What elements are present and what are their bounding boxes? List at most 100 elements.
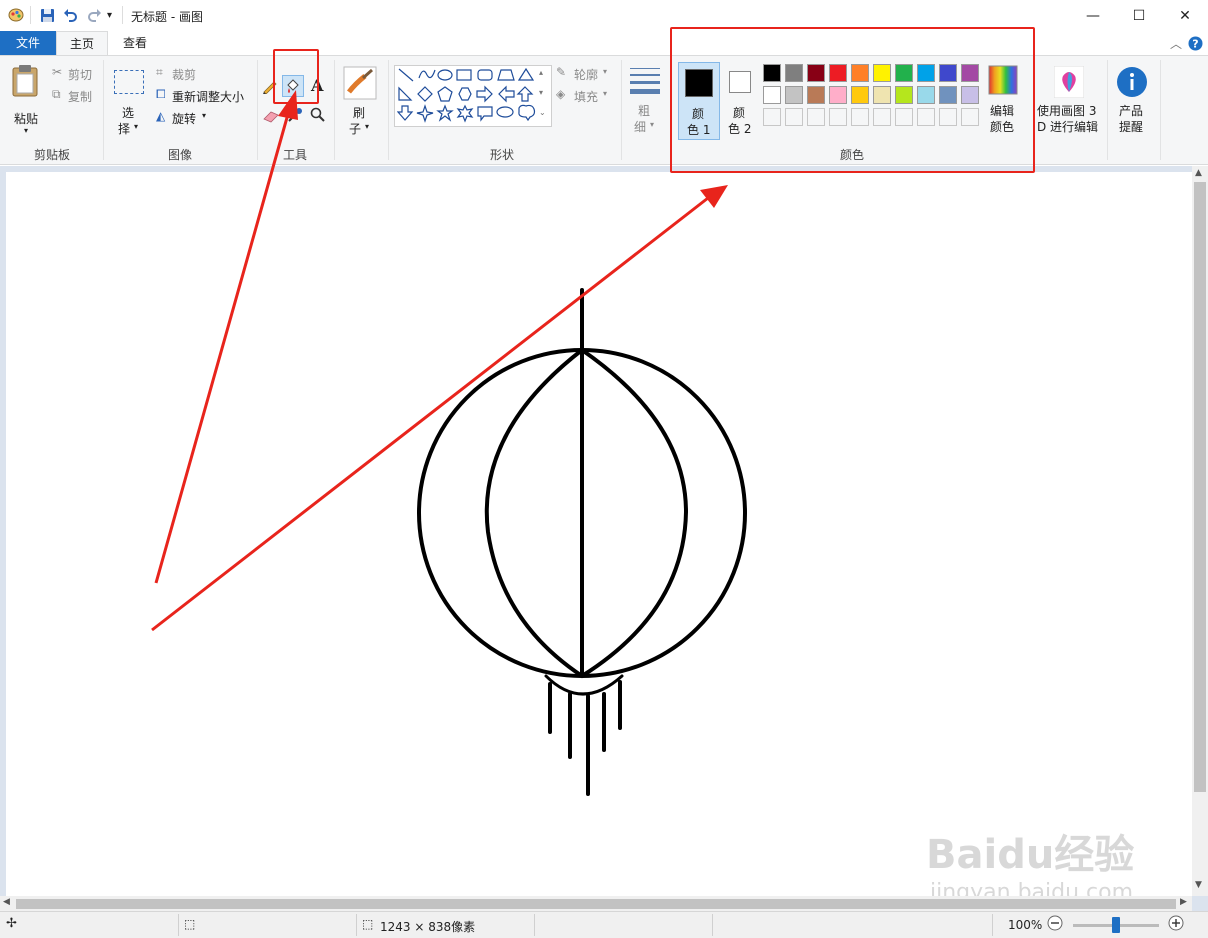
shapes-icons: [397, 67, 536, 123]
cut-button[interactable]: ✂ 剪切: [52, 65, 98, 83]
brushes-dropdown-icon: ▾: [365, 122, 370, 131]
copy-button[interactable]: ⧉ 复制: [52, 87, 98, 105]
size-button[interactable]: 粗 细 ▾: [628, 66, 664, 138]
zoom-slider[interactable]: [1073, 917, 1159, 933]
lantern-drawing: [417, 288, 747, 796]
tab-file[interactable]: 文件: [0, 31, 56, 55]
image-size-text: 1243 × 838像素: [380, 920, 476, 934]
quick-access-dropdown-icon[interactable]: ▾: [107, 10, 112, 21]
rotate-icon: ◭: [156, 109, 166, 123]
scroll-down-icon[interactable]: ▼: [1195, 880, 1202, 890]
horizontal-scroll-thumb[interactable]: [16, 899, 1176, 909]
tools-group-label: 工具: [282, 148, 307, 162]
edit-with-paint3d-button[interactable]: 使用画图 3 D 进行编辑: [1036, 64, 1102, 140]
shapes-scroll-down-icon[interactable]: ▾: [539, 88, 543, 97]
selection-size-icon: ⬚: [184, 917, 196, 931]
paint3d-icon: [1054, 66, 1084, 98]
watermark: Baidu经验 jingyan.baidu.com: [926, 822, 1134, 905]
scroll-up-icon[interactable]: ▲: [1195, 168, 1202, 178]
tab-view[interactable]: 查看: [110, 31, 160, 55]
crop-button[interactable]: ⌗ 裁剪: [156, 65, 216, 83]
copy-label: 复制: [68, 90, 93, 104]
vertical-scroll-thumb[interactable]: [1194, 182, 1206, 792]
brushes-label-1: 刷: [353, 106, 366, 120]
scroll-left-icon[interactable]: ◀: [3, 897, 10, 907]
outline-dropdown-icon: ▾: [603, 67, 608, 76]
shapes-gallery[interactable]: ▴ ▾ ⌄: [394, 65, 552, 127]
shapes-expand-icon[interactable]: ⌄: [539, 108, 546, 117]
select-icon: [114, 70, 144, 94]
select-label-1: 选: [122, 106, 135, 120]
outline-label: 轮廓: [574, 68, 599, 82]
image-size-icon: ⬚: [362, 917, 374, 931]
close-button[interactable]: ✕: [1162, 0, 1208, 31]
minimize-button[interactable]: —: [1070, 0, 1116, 31]
paste-icon: [12, 65, 38, 97]
fill-dropdown-icon: ▾: [603, 89, 608, 98]
brushes-button[interactable]: 刷 子 ▾: [343, 66, 379, 136]
eraser-icon[interactable]: [262, 109, 280, 126]
tab-home[interactable]: 主页: [56, 31, 108, 55]
outline-button[interactable]: ✎ 轮廓 ▾: [556, 65, 616, 83]
brushes-label-2: 子: [349, 122, 362, 136]
zoom-percent: 100%: [1008, 918, 1043, 932]
resize-icon: ⧠: [156, 87, 166, 101]
status-bar: ✢ ⬚ ⬚ 1243 × 838像素 100%: [0, 911, 1208, 938]
rotate-button[interactable]: ◭ 旋转 ▾: [156, 109, 216, 127]
rotate-dropdown-icon: ▾: [202, 111, 207, 120]
clipboard-group-label: 剪贴板: [33, 148, 70, 162]
window-title: 无标题 - 画图: [131, 10, 203, 24]
save-icon[interactable]: [40, 8, 55, 26]
size-label-1: 粗: [638, 104, 651, 118]
paste-label: 粘贴: [14, 112, 39, 126]
outline-icon: ✎: [556, 65, 567, 79]
drawing-canvas[interactable]: Baidu经验 jingyan.baidu.com: [6, 172, 1192, 905]
paint3d-label-1: 使用画图 3: [1037, 104, 1097, 118]
select-label-2: 择: [118, 122, 131, 136]
shapes-group-label: 形状: [489, 148, 514, 162]
zoom-in-icon[interactable]: [1168, 915, 1184, 934]
shapes-scroll-up-icon[interactable]: ▴: [539, 68, 543, 77]
collapse-ribbon-icon[interactable]: ︿: [1170, 35, 1182, 52]
zoom-slider-thumb[interactable]: [1112, 917, 1120, 933]
select-dropdown-icon: ▾: [134, 122, 139, 131]
resize-button[interactable]: ⧠ 重新调整大小: [156, 87, 252, 105]
paint3d-label-2: D 进行编辑: [1037, 120, 1099, 134]
line-size-icon: [630, 68, 660, 94]
select-button[interactable]: 选 择 ▾: [112, 68, 146, 136]
size-dropdown-icon: ▾: [650, 120, 655, 129]
product-tips-button[interactable]: 产品 提醒: [1114, 64, 1150, 140]
highlight-colors-box: [670, 27, 1035, 173]
copy-icon: ⧉: [52, 87, 61, 101]
zoom-out-icon[interactable]: [1047, 915, 1063, 934]
resize-label: 重新调整大小: [172, 90, 245, 104]
horizontal-scrollbar[interactable]: ◀ ▶: [0, 896, 1192, 911]
crop-icon: ⌗: [156, 65, 163, 79]
watermark-brand: Baidu经验: [926, 832, 1135, 878]
info-icon: [1117, 67, 1147, 97]
image-group-label: 图像: [167, 148, 192, 162]
crop-label: 裁剪: [172, 68, 197, 82]
fill-button[interactable]: ◈ 填充 ▾: [556, 87, 616, 105]
highlight-fill-tool-box: [273, 49, 319, 104]
color-picker-icon[interactable]: [287, 107, 303, 126]
scissors-icon: ✂: [52, 65, 63, 79]
cut-label: 剪切: [68, 68, 93, 82]
redo-icon[interactable]: [86, 7, 102, 26]
paste-button[interactable]: 粘贴 ▾: [8, 64, 44, 136]
svg-text:?: ?: [1192, 38, 1198, 51]
rotate-label: 旋转: [172, 112, 197, 126]
magnifier-icon[interactable]: [310, 107, 326, 126]
vertical-scrollbar[interactable]: ▲ ▼: [1192, 166, 1208, 896]
tips-label-1: 产品: [1119, 104, 1144, 118]
maximize-button[interactable]: ☐: [1116, 0, 1162, 31]
fill-icon: ◈: [556, 87, 566, 101]
size-label-2: 细: [634, 120, 647, 134]
help-icon[interactable]: ?: [1188, 36, 1203, 54]
undo-icon[interactable]: [63, 7, 79, 26]
cursor-position-icon: ✢: [6, 916, 17, 931]
brush-icon: [343, 66, 377, 100]
fill-label: 填充: [574, 90, 599, 104]
paint-app-icon[interactable]: [8, 8, 24, 22]
scroll-right-icon[interactable]: ▶: [1180, 897, 1187, 907]
